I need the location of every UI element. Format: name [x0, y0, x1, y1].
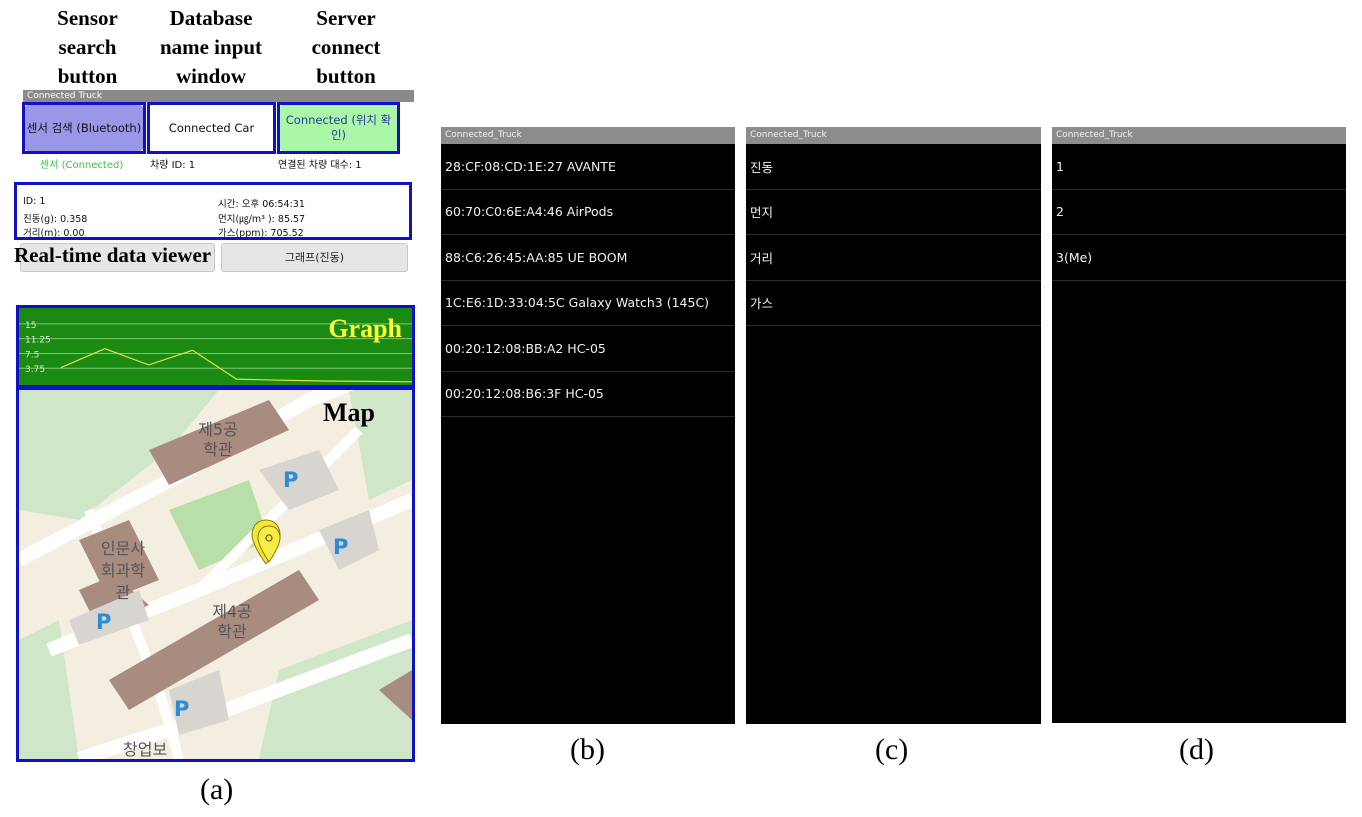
- sensor-list: 진동 먼지 거리 가스: [746, 144, 1041, 326]
- graph-tick-label: 3.75: [25, 365, 45, 375]
- panel-vehicle-list: Connected_Truck 1 2 3(Me): [1052, 127, 1346, 723]
- graph-tick-label: 11.25: [25, 336, 51, 346]
- graph-panel: 15 11.25 7.5 3.75 Graph: [16, 305, 415, 388]
- map-label-building5: 제5공 학관: [198, 420, 238, 459]
- highlight-database-input: [147, 102, 276, 154]
- parking-icon: P: [283, 468, 299, 492]
- caption-server-connect: Server connect button: [311, 6, 381, 88]
- list-item[interactable]: 가스: [746, 281, 1041, 326]
- panel-title: Connected_Truck: [746, 127, 1041, 144]
- list-item[interactable]: 00:20:12:08:BB:A2 HC-05: [441, 326, 735, 372]
- app-title: Connected Truck: [27, 91, 103, 101]
- list-item[interactable]: 2: [1052, 190, 1346, 235]
- parking-icon: P: [333, 535, 349, 559]
- caption-sensor-search: Sensor search button: [57, 6, 118, 88]
- list-item[interactable]: 1C:E6:1D:33:04:5C Galaxy Watch3 (145C): [441, 281, 735, 326]
- data-gas: 가스(ppm): 705.52: [218, 228, 304, 239]
- highlight-sensor-button: [22, 102, 146, 154]
- map-panel[interactable]: 제5공 학관 인문사 회과학 관 제4공 학관 창업보 P P P P Map: [16, 387, 415, 762]
- device-list: 28:CF:08:CD:1E:27 AVANTE 60:70:C0:6E:A4:4…: [441, 144, 735, 417]
- list-item[interactable]: 60:70:C0:6E:A4:46 AirPods: [441, 190, 735, 235]
- data-time: 시간: 오후 06:54:31: [218, 199, 305, 210]
- subcaption-a: (a): [200, 773, 234, 806]
- panel-title: Connected_Truck: [1052, 127, 1346, 144]
- list-item[interactable]: 진동: [746, 144, 1041, 190]
- subcaption-b: (b): [570, 733, 605, 766]
- list-item[interactable]: 거리: [746, 235, 1041, 281]
- list-item[interactable]: 3(Me): [1052, 235, 1346, 281]
- data-dust: 먼지(㎍/m³ ): 85.57: [218, 214, 306, 225]
- parking-icon: P: [96, 610, 112, 634]
- app-title-bar: Connected Truck: [23, 90, 414, 102]
- location-pin-icon[interactable]: [249, 518, 283, 568]
- graph-tick-label: 15: [25, 321, 36, 331]
- sensor-status: 센서 (Connected): [40, 160, 124, 171]
- list-item[interactable]: 1: [1052, 144, 1346, 190]
- data-id: ID: 1: [23, 196, 46, 207]
- panel-title: Connected_Truck: [441, 127, 735, 144]
- highlight-server-button: [277, 102, 400, 154]
- map-label-building4: 제4공 학관: [212, 602, 252, 641]
- data-distance: 거리(m): 0.00: [23, 228, 85, 239]
- map-label-humanities: 인문사 회과학 관: [100, 539, 146, 602]
- list-item[interactable]: 00:20:12:08:B6:3F HC-05: [441, 372, 735, 417]
- list-item[interactable]: 먼지: [746, 190, 1041, 235]
- map-label-startup: 창업보: [123, 740, 168, 759]
- vehicle-id: 차량 ID: 1: [150, 160, 196, 171]
- graph-label: Graph: [328, 314, 402, 343]
- graph-tick-label: 7.5: [25, 350, 39, 360]
- vehicle-list: 1 2 3(Me): [1052, 144, 1346, 281]
- list-item[interactable]: 88:C6:26:45:AA:85 UE BOOM: [441, 235, 735, 281]
- parking-icon: P: [174, 697, 190, 721]
- panel-sensor-list: Connected_Truck 진동 먼지 거리 가스: [746, 127, 1041, 724]
- caption-realtime-viewer: Real-time data viewer: [14, 243, 212, 267]
- caption-database-input: Database name input window: [159, 6, 263, 88]
- connected-vehicle-count: 연결된 차량 대수: 1: [278, 160, 362, 171]
- subcaption-c: (c): [875, 733, 909, 766]
- subcaption-d: (d): [1179, 733, 1214, 766]
- list-item[interactable]: 28:CF:08:CD:1E:27 AVANTE: [441, 144, 735, 190]
- data-vibration: 진동(g): 0.358: [23, 214, 88, 225]
- panel-device-list: Connected_Truck 28:CF:08:CD:1E:27 AVANTE…: [441, 127, 735, 724]
- graph-vibration-button[interactable]: 그래프(진동): [221, 243, 408, 272]
- map-label: Map: [323, 398, 375, 427]
